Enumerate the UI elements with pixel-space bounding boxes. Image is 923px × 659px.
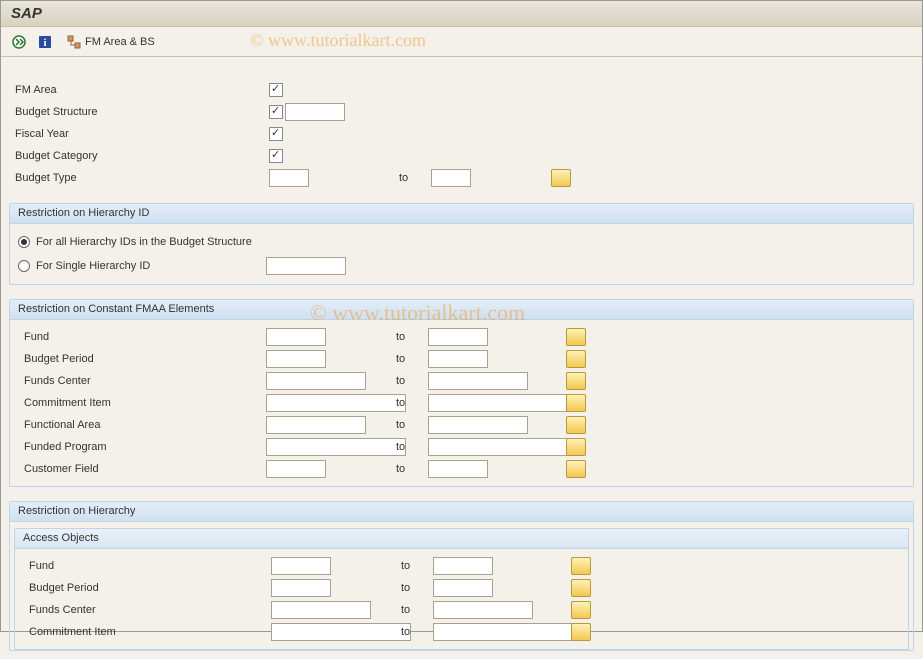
budget-type-from-input[interactable] — [269, 169, 309, 187]
customer-field-label: Customer Field — [18, 463, 266, 475]
ao-budget-period-to-input[interactable] — [433, 579, 493, 597]
budget-period-to-input[interactable] — [428, 350, 488, 368]
ao-funds-center-label: Funds Center — [23, 604, 271, 616]
ao-fund-to-input[interactable] — [433, 557, 493, 575]
ao-funds-center-multi-select-button[interactable] — [571, 601, 591, 619]
budget-period-label: Budget Period — [18, 353, 266, 365]
radio-single-hierarchy-id-label: For Single Hierarchy ID — [36, 260, 266, 272]
functional-area-to-label: to — [396, 419, 420, 431]
budget-period-from-input[interactable] — [266, 350, 326, 368]
commitment-item-multi-select-button[interactable] — [566, 394, 586, 412]
budget-category-label: Budget Category — [9, 150, 269, 162]
ao-commitment-item-to-input[interactable] — [433, 623, 573, 641]
funded-program-multi-select-button[interactable] — [566, 438, 586, 456]
ao-funds-center-to-input[interactable] — [433, 601, 533, 619]
fm-area-bs-label: FM Area & BS — [85, 36, 155, 48]
group-restriction-hierarchy: Restriction on Hierarchy Access Objects … — [9, 501, 914, 651]
commitment-item-to-input[interactable] — [428, 394, 568, 412]
fund-multi-select-button[interactable] — [566, 328, 586, 346]
execute-icon[interactable] — [9, 32, 29, 52]
ao-commitment-item-to-label: to — [401, 626, 425, 638]
functional-area-multi-select-button[interactable] — [566, 416, 586, 434]
customer-field-to-label: to — [396, 463, 420, 475]
fiscal-year-label: Fiscal Year — [9, 128, 269, 140]
budget-structure-label: Budget Structure — [9, 106, 269, 118]
window-title-bar: SAP — [1, 1, 922, 27]
fund-to-label: to — [396, 331, 420, 343]
budget-type-to-label: to — [399, 172, 423, 184]
funded-program-label: Funded Program — [18, 441, 266, 453]
group-restriction-hierarchy-id-title: Restriction on Hierarchy ID — [10, 204, 913, 224]
commitment-item-label: Commitment Item — [18, 397, 266, 409]
radio-all-hierarchy-ids[interactable] — [18, 236, 30, 248]
ao-commitment-item-label: Commitment Item — [23, 626, 271, 638]
commitment-item-to-label: to — [396, 397, 420, 409]
ao-budget-period-from-input[interactable] — [271, 579, 331, 597]
commitment-item-from-input[interactable] — [266, 394, 406, 412]
funds-center-to-input[interactable] — [428, 372, 528, 390]
ao-fund-multi-select-button[interactable] — [571, 557, 591, 575]
fm-area-bs-button[interactable]: FM Area & BS — [61, 33, 161, 51]
funded-program-from-input[interactable] — [266, 438, 406, 456]
functional-area-from-input[interactable] — [266, 416, 366, 434]
ao-budget-period-label: Budget Period — [23, 582, 271, 594]
budget-type-multi-select-button[interactable] — [551, 169, 571, 187]
ao-fund-label: Fund — [23, 560, 271, 572]
ao-funds-center-from-input[interactable] — [271, 601, 371, 619]
fund-to-input[interactable] — [428, 328, 488, 346]
toolbar: i FM Area & BS — [1, 27, 922, 57]
fm-area-checkbox[interactable] — [269, 83, 283, 97]
budget-period-to-label: to — [396, 353, 420, 365]
funds-center-label: Funds Center — [18, 375, 266, 387]
group-restriction-hierarchy-id: Restriction on Hierarchy ID For all Hier… — [9, 203, 914, 285]
functional-area-label: Functional Area — [18, 419, 266, 431]
fund-label: Fund — [18, 331, 266, 343]
radio-single-hierarchy-id[interactable] — [18, 260, 30, 272]
ao-commitment-item-from-input[interactable] — [271, 623, 411, 641]
ao-fund-to-label: to — [401, 560, 425, 572]
funded-program-to-input[interactable] — [428, 438, 568, 456]
ao-fund-from-input[interactable] — [271, 557, 331, 575]
info-icon[interactable]: i — [35, 32, 55, 52]
single-hierarchy-id-input[interactable] — [266, 257, 346, 275]
fm-area-label: FM Area — [9, 84, 269, 96]
funds-center-to-label: to — [396, 375, 420, 387]
fiscal-year-checkbox[interactable] — [269, 127, 283, 141]
ao-budget-period-multi-select-button[interactable] — [571, 579, 591, 597]
content-area: FM Area Budget Structure Fiscal Year Bud… — [1, 57, 922, 659]
group-restriction-hierarchy-title: Restriction on Hierarchy — [10, 502, 913, 522]
fund-from-input[interactable] — [266, 328, 326, 346]
ao-budget-period-to-label: to — [401, 582, 425, 594]
customer-field-from-input[interactable] — [266, 460, 326, 478]
customer-field-to-input[interactable] — [428, 460, 488, 478]
budget-type-label: Budget Type — [9, 172, 269, 184]
group-constant-fmaa-title: Restriction on Constant FMAA Elements — [10, 300, 913, 320]
budget-type-to-input[interactable] — [431, 169, 471, 187]
funds-center-multi-select-button[interactable] — [566, 372, 586, 390]
funded-program-to-label: to — [396, 441, 420, 453]
budget-structure-checkbox[interactable] — [269, 105, 283, 119]
window-title: SAP — [11, 5, 42, 22]
radio-all-hierarchy-ids-label: For all Hierarchy IDs in the Budget Stru… — [36, 236, 252, 248]
ao-funds-center-to-label: to — [401, 604, 425, 616]
funds-center-from-input[interactable] — [266, 372, 366, 390]
fm-area-bs-icon — [67, 35, 81, 49]
svg-text:i: i — [43, 37, 46, 49]
group-access-objects-title: Access Objects — [15, 529, 908, 549]
ao-commitment-item-multi-select-button[interactable] — [571, 623, 591, 641]
customer-field-multi-select-button[interactable] — [566, 460, 586, 478]
budget-period-multi-select-button[interactable] — [566, 350, 586, 368]
budget-structure-input[interactable] — [285, 103, 345, 121]
budget-category-checkbox[interactable] — [269, 149, 283, 163]
functional-area-to-input[interactable] — [428, 416, 528, 434]
group-constant-fmaa: Restriction on Constant FMAA Elements Fu… — [9, 299, 914, 487]
